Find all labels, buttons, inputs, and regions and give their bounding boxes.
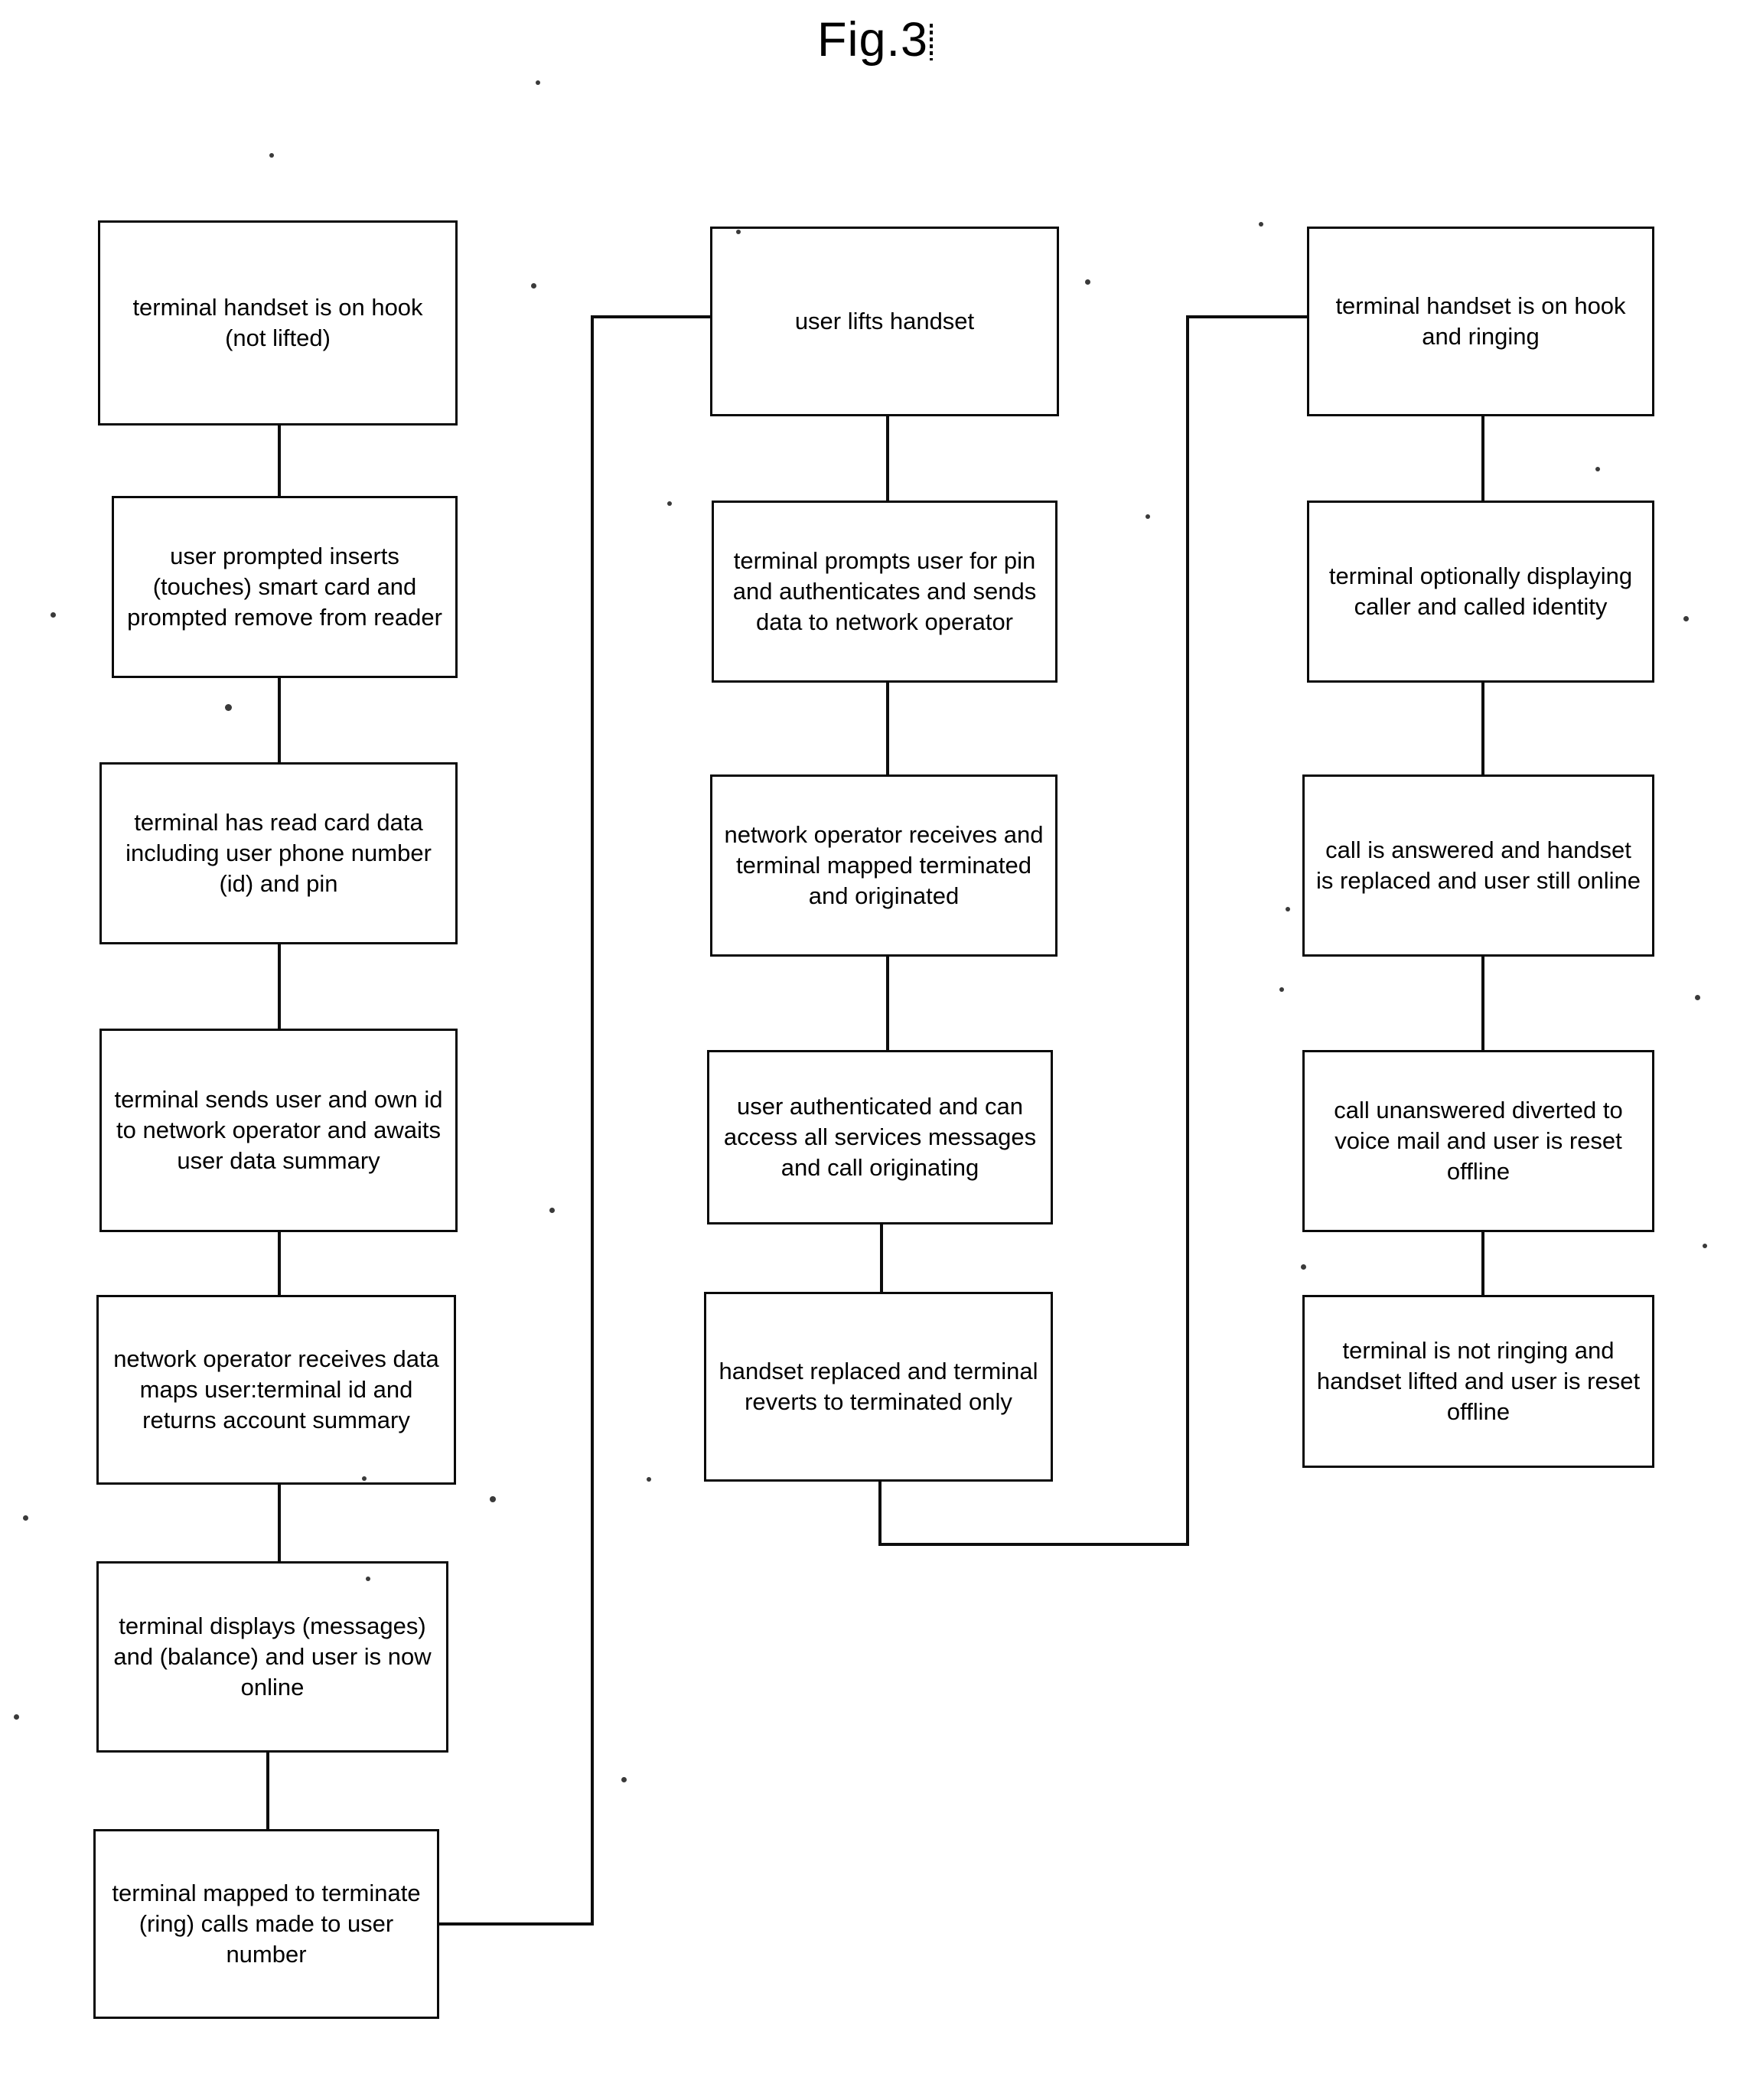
scan-speck — [1145, 514, 1150, 519]
flow-node-label: network operator receives data maps user… — [113, 1345, 439, 1434]
flow-node-label: terminal mapped to terminate (ring) call… — [112, 1879, 421, 1968]
flow-node-label: terminal handset is on hook (not lifted) — [132, 293, 423, 351]
flow-node-c3n5[interactable]: terminal is not ringing and handset lift… — [1302, 1295, 1654, 1468]
scan-speck — [1085, 279, 1090, 285]
scan-speck — [1259, 222, 1263, 227]
flow-node-label: terminal optionally displaying caller an… — [1328, 562, 1633, 620]
connector-e8 — [886, 416, 889, 501]
connector-e4 — [278, 1232, 281, 1295]
connector-e11 — [880, 1224, 883, 1292]
scan-speck — [536, 80, 540, 85]
flow-node-c3n1[interactable]: terminal handset is on hook and ringing — [1307, 227, 1654, 416]
flow-node-c2n1[interactable]: user lifts handset — [710, 227, 1059, 416]
flow-node-label: user authenticated and can access all se… — [723, 1092, 1037, 1182]
scan-speck — [1301, 1264, 1306, 1270]
scan-speck — [225, 704, 232, 711]
connector-e13 — [1481, 416, 1484, 501]
scan-speck — [736, 230, 741, 234]
scan-speck — [51, 612, 56, 618]
flow-node-c1n4[interactable]: terminal sends user and own id to networ… — [99, 1029, 458, 1232]
flow-node-c3n4[interactable]: call unanswered diverted to voice mail a… — [1302, 1050, 1654, 1232]
flow-node-label: call is answered and handset is replaced… — [1316, 836, 1641, 894]
figure-title-text: Fig.3 — [816, 13, 929, 67]
flow-node-label: terminal has read card data including us… — [125, 808, 432, 898]
connector-e12-seg-v1 — [878, 1482, 882, 1546]
flow-node-c2n2[interactable]: terminal prompts user for pin and authen… — [712, 501, 1057, 683]
flow-node-label: terminal handset is on hook and ringing — [1335, 292, 1626, 350]
flow-node-c1n2[interactable]: user prompted inserts (touches) smart ca… — [112, 496, 458, 678]
scan-speck — [23, 1515, 28, 1521]
scan-speck — [549, 1208, 555, 1213]
scan-speck — [1695, 995, 1700, 1000]
connector-e2 — [278, 678, 281, 762]
flow-node-c1n3[interactable]: terminal has read card data including us… — [99, 762, 458, 944]
connector-e7-seg-h2 — [591, 315, 712, 318]
flow-node-label: user prompted inserts (touches) smart ca… — [127, 542, 442, 631]
flow-node-label: user lifts handset — [794, 307, 975, 334]
scan-speck — [362, 1476, 367, 1481]
scan-speck — [1683, 616, 1689, 621]
scan-speck — [1703, 1244, 1707, 1248]
connector-e6 — [266, 1753, 269, 1829]
scan-speck — [366, 1577, 370, 1581]
connector-e16 — [1481, 1232, 1484, 1295]
connector-e12-seg-h2 — [1186, 315, 1307, 318]
scan-speck — [531, 283, 536, 289]
flow-node-c2n5[interactable]: handset replaced and terminal reverts to… — [704, 1292, 1053, 1482]
flow-node-c2n3[interactable]: network operator receives and terminal m… — [710, 774, 1057, 957]
flow-node-label: terminal displays (messages) and (balanc… — [113, 1612, 432, 1701]
scan-speck — [1286, 907, 1290, 911]
connector-e7-seg-v — [591, 315, 594, 1926]
flow-node-label: network operator receives and terminal m… — [724, 820, 1044, 910]
flow-node-label: terminal prompts user for pin and authen… — [732, 546, 1037, 636]
flow-node-c3n3[interactable]: call is answered and handset is replaced… — [1302, 774, 1654, 957]
flow-node-label: handset replaced and terminal reverts to… — [719, 1357, 1038, 1415]
scan-speck — [490, 1496, 496, 1502]
flow-node-label: terminal is not ringing and handset lift… — [1316, 1336, 1641, 1426]
scan-speck — [269, 153, 274, 158]
flow-node-c2n4[interactable]: user authenticated and can access all se… — [707, 1050, 1053, 1224]
figure-title-tick-icon — [930, 24, 934, 60]
connector-e3 — [278, 944, 281, 1029]
scan-speck — [14, 1714, 19, 1720]
scan-speck — [1595, 467, 1600, 471]
scan-speck — [621, 1777, 627, 1782]
connector-e12-seg-v2 — [1186, 315, 1189, 1546]
flow-node-label: call unanswered diverted to voice mail a… — [1334, 1096, 1623, 1185]
figure-title: Fig.3 — [0, 12, 1750, 67]
connector-e1 — [278, 426, 281, 496]
flow-node-c1n7[interactable]: terminal mapped to terminate (ring) call… — [93, 1829, 439, 2019]
connector-e15 — [1481, 957, 1484, 1050]
connector-e10 — [886, 957, 889, 1050]
connector-e12-seg-h1 — [878, 1543, 1189, 1546]
connector-e5 — [278, 1485, 281, 1561]
flow-node-c1n5[interactable]: network operator receives data maps user… — [96, 1295, 456, 1485]
scan-speck — [647, 1477, 651, 1482]
flow-node-c1n1[interactable]: terminal handset is on hook (not lifted) — [98, 220, 458, 426]
flow-node-c3n2[interactable]: terminal optionally displaying caller an… — [1307, 501, 1654, 683]
flow-node-c1n6[interactable]: terminal displays (messages) and (balanc… — [96, 1561, 448, 1753]
connector-e9 — [886, 683, 889, 774]
connector-e7-seg-h1 — [439, 1922, 594, 1926]
connector-e14 — [1481, 683, 1484, 774]
flow-node-label: terminal sends user and own id to networ… — [114, 1085, 443, 1175]
scan-speck — [667, 501, 672, 506]
scan-speck — [1279, 987, 1284, 992]
